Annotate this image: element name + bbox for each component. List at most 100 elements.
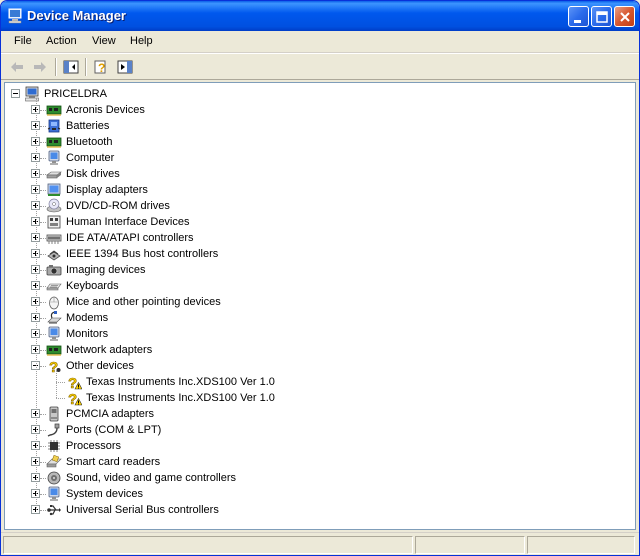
tree-node-label: Keyboards xyxy=(66,280,119,292)
tree-node-label: Disk drives xyxy=(66,168,120,180)
tree-connector-line xyxy=(56,382,65,383)
tree-connector-line xyxy=(40,126,46,127)
circuit-board-icon xyxy=(46,105,62,116)
tree-connector-line xyxy=(40,334,46,335)
tree-connector-line xyxy=(40,270,46,271)
tree-connector-line xyxy=(40,302,46,303)
tree-node-label: Ports (COM & LPT) xyxy=(66,424,162,436)
svg-text:?: ? xyxy=(98,61,105,75)
tree-node-label: Computer xyxy=(66,152,115,164)
tree-category-node[interactable]: System devices xyxy=(5,486,625,502)
status-panel-3 xyxy=(527,536,635,554)
monitor-icon xyxy=(48,326,60,341)
tree-category-node[interactable]: IEEE 1394 Bus host controllers xyxy=(5,246,625,262)
status-panel-2 xyxy=(415,536,525,554)
properties-help-button[interactable]: ? xyxy=(91,57,111,77)
tree-node-label: PRICELDRA xyxy=(44,88,107,100)
tree-category-node[interactable]: Modems xyxy=(5,310,625,326)
processor-icon xyxy=(48,440,60,452)
menu-view[interactable]: View xyxy=(92,35,116,47)
tree-connector-line xyxy=(40,366,46,367)
tree-category-node[interactable]: Batteries xyxy=(5,118,625,134)
tree-node-label: IEEE 1394 Bus host controllers xyxy=(66,248,219,260)
ide-controller-icon xyxy=(46,234,62,244)
tree-category-node[interactable]: Ports (COM & LPT) xyxy=(5,422,625,438)
menu-file[interactable]: File xyxy=(14,35,32,47)
camera-icon xyxy=(46,265,62,276)
tree-category-node[interactable]: Mice and other pointing devices xyxy=(5,294,625,310)
tree-category-node[interactable]: Disk drives xyxy=(5,166,625,182)
device-tree[interactable]: PRICELDRA Acronis Devices Batteries Bluetoo… xyxy=(5,83,635,529)
tree-category-node[interactable]: Universal Serial Bus controllers xyxy=(5,502,625,518)
maximize-button[interactable] xyxy=(591,6,612,27)
tree-category-node[interactable]: Processors xyxy=(5,438,625,454)
tree-category-node[interactable]: Display adapters xyxy=(5,182,625,198)
tree-connector-line xyxy=(56,398,65,399)
tree-category-node[interactable]: IDE ATA/ATAPI controllers xyxy=(5,230,625,246)
tree-node-label: Display adapters xyxy=(66,184,148,196)
maximize-icon xyxy=(596,11,608,23)
tree-root-node[interactable]: PRICELDRA xyxy=(5,86,625,102)
tree-node-label: Bluetooth xyxy=(66,136,113,148)
tree-node-label: Acronis Devices xyxy=(66,104,145,116)
warning-device-icon: ? xyxy=(68,375,82,390)
tree-connector-line xyxy=(40,414,46,415)
scan-changes-button[interactable] xyxy=(115,57,135,77)
warning-device-icon: ? xyxy=(68,391,82,406)
smart-card-icon xyxy=(46,454,62,468)
tree-connector-line xyxy=(56,370,57,398)
usb-icon xyxy=(47,505,61,516)
port-icon xyxy=(47,423,60,437)
title-bar[interactable]: Device Manager xyxy=(1,1,639,31)
device-tree-panel[interactable]: PRICELDRA Acronis Devices Batteries Bluetoo… xyxy=(4,82,636,530)
tree-connector-line xyxy=(40,286,46,287)
tree-category-node[interactable]: Network adapters xyxy=(5,342,625,358)
collapse-toggle[interactable] xyxy=(11,89,20,98)
tree-node-label: System devices xyxy=(66,488,144,500)
tree-category-node[interactable]: Smart card readers xyxy=(5,454,625,470)
show-hide-tree-button[interactable] xyxy=(61,57,81,77)
tree-category-node[interactable]: Imaging devices xyxy=(5,262,625,278)
show-hide-tree-icon xyxy=(63,60,79,74)
close-button[interactable] xyxy=(614,6,635,27)
forward-button[interactable] xyxy=(30,57,50,77)
tree-connector-line xyxy=(40,238,46,239)
tree-category-node[interactable]: DVD/CD-ROM drives xyxy=(5,198,625,214)
computer-icon xyxy=(8,8,22,24)
tree-node-label: Other devices xyxy=(66,360,134,372)
disk-drive-icon xyxy=(46,171,62,179)
tree-category-node[interactable]: Monitors xyxy=(5,326,625,342)
tree-category-node[interactable]: Sound, video and game controllers xyxy=(5,470,625,486)
display-adapter-icon xyxy=(47,183,61,196)
back-arrow-icon xyxy=(11,62,23,72)
circuit-board-icon xyxy=(46,137,62,148)
tree-category-node[interactable]: Keyboards xyxy=(5,278,625,294)
tree-category-node[interactable]: Human Interface Devices xyxy=(5,214,625,230)
sound-icon xyxy=(47,471,61,485)
menu-action[interactable]: Action xyxy=(46,35,77,47)
tree-connector-line xyxy=(40,510,46,511)
tree-device-node[interactable]: ? Texas Instruments Inc.XDS100 Ver 1.0 xyxy=(5,390,625,406)
tree-connector-line xyxy=(40,254,46,255)
tree-node-label: Sound, video and game controllers xyxy=(66,472,236,484)
device-manager-window: Device Manager File Action View Help ? P… xyxy=(0,0,640,556)
menu-help[interactable]: Help xyxy=(130,35,153,47)
tree-category-node[interactable]: ? Other devices xyxy=(5,358,625,374)
circuit-board-icon xyxy=(46,345,62,356)
tree-connector-line xyxy=(40,462,46,463)
tree-category-node[interactable]: Bluetooth xyxy=(5,134,625,150)
tree-category-node[interactable]: Acronis Devices xyxy=(5,102,625,118)
tree-connector-line xyxy=(40,110,46,111)
tree-node-label: Universal Serial Bus controllers xyxy=(66,504,219,516)
tree-device-node[interactable]: ? Texas Instruments Inc.XDS100 Ver 1.0 xyxy=(5,374,625,390)
forward-arrow-icon xyxy=(34,62,46,72)
tree-category-node[interactable]: Computer xyxy=(5,150,625,166)
minimize-button[interactable] xyxy=(568,6,589,27)
tree-node-label: Processors xyxy=(66,440,122,452)
status-bar xyxy=(1,532,639,555)
tree-connector-line xyxy=(40,446,46,447)
tree-connector-line xyxy=(40,142,46,143)
mouse-icon xyxy=(49,296,59,310)
tree-category-node[interactable]: PCMCIA adapters xyxy=(5,406,625,422)
back-button[interactable] xyxy=(7,57,27,77)
